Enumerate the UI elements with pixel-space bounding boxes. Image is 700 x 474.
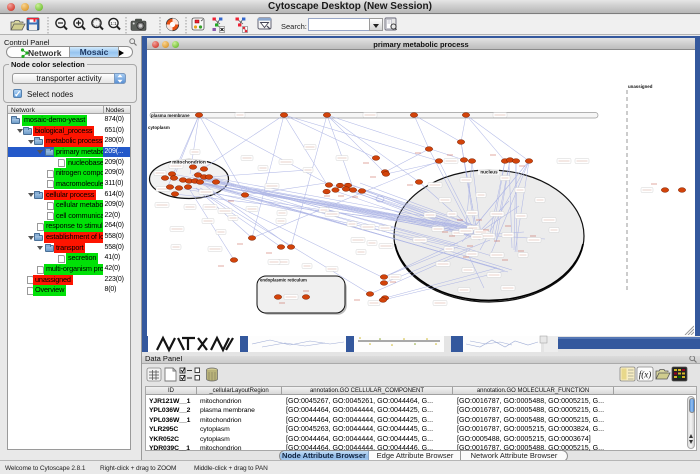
- svg-text:cytoplasm: cytoplasm: [148, 125, 170, 130]
- svg-text:endoplasmic reticulum: endoplasmic reticulum: [260, 278, 307, 283]
- svg-text:plasma membrane: plasma membrane: [151, 113, 190, 118]
- svg-text:unassigned: unassigned: [628, 84, 653, 89]
- svg-text:nucleus: nucleus: [480, 170, 498, 175]
- svg-text:mitochondrion: mitochondrion: [172, 160, 206, 166]
- svg-text:1:1: 1:1: [110, 21, 117, 26]
- svg-text:f(x): f(x): [639, 370, 652, 380]
